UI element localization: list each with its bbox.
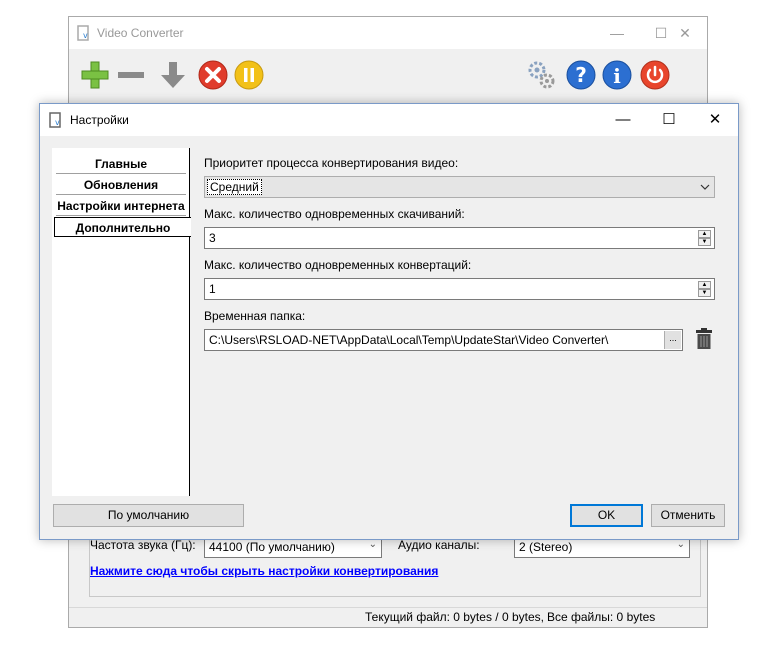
dialog-minimize-button[interactable]: — bbox=[600, 104, 646, 136]
dialog-maximize-button[interactable]: ☐ bbox=[646, 104, 692, 136]
max-downloads-input[interactable]: 3 ▲ ▼ bbox=[204, 227, 715, 249]
max-conversions-stepper: ▲ ▼ bbox=[698, 279, 713, 299]
x-circle-icon[interactable] bbox=[197, 59, 229, 91]
tab-internet[interactable]: Настройки интернета bbox=[56, 196, 186, 216]
gears-icon[interactable] bbox=[525, 59, 557, 91]
svg-text:v: v bbox=[83, 31, 88, 40]
spin-down-icon[interactable]: ▼ bbox=[698, 238, 711, 246]
svg-text:?: ? bbox=[575, 63, 587, 87]
audio-channels-value: 2 (Stereo) bbox=[519, 540, 573, 554]
hide-settings-link[interactable]: Нажмите сюда чтобы скрыть настройки конв… bbox=[90, 564, 438, 578]
app-logo-icon: v bbox=[77, 25, 89, 41]
priority-label: Приоритет процесса конвертирования видео… bbox=[204, 156, 459, 170]
spin-up-icon[interactable]: ▲ bbox=[698, 230, 711, 238]
audio-frequency-label: Частота звука (Гц): bbox=[90, 538, 196, 552]
chevron-down-icon bbox=[700, 184, 710, 190]
spin-up-icon[interactable]: ▲ bbox=[698, 281, 711, 289]
main-titlebar: v Video Converter — ☐ ✕ bbox=[69, 17, 707, 49]
main-close-button[interactable]: ✕ bbox=[663, 17, 707, 49]
chevron-down-icon: ⌄ bbox=[676, 539, 685, 550]
cancel-button[interactable]: Отменить bbox=[651, 504, 725, 527]
max-downloads-value: 3 bbox=[209, 231, 216, 245]
ok-button[interactable]: OK bbox=[570, 504, 643, 527]
all-files-status: Все файлы: 0 bytes bbox=[547, 610, 656, 624]
current-file-status: Текущий файл: 0 bytes / 0 bytes, bbox=[365, 610, 544, 624]
main-minimize-button[interactable]: — bbox=[595, 17, 639, 49]
question-icon[interactable]: ? bbox=[565, 59, 597, 91]
trash-icon[interactable] bbox=[695, 328, 713, 350]
temp-folder-label: Временная папка: bbox=[204, 309, 306, 323]
audio-channels-label: Аудио каналы: bbox=[398, 538, 480, 552]
max-downloads-stepper: ▲ ▼ bbox=[698, 228, 713, 248]
pause-circle-icon[interactable] bbox=[233, 59, 265, 91]
priority-select[interactable]: Средний bbox=[204, 176, 715, 198]
svg-text:i: i bbox=[613, 64, 621, 88]
defaults-button[interactable]: По умолчанию bbox=[53, 504, 244, 527]
status-bar: Текущий файл: 0 bytes / 0 bytes, Все фай… bbox=[69, 607, 707, 628]
browse-button[interactable]: ... bbox=[664, 331, 681, 349]
temp-folder-value: C:\Users\RSLOAD-NET\AppData\Local\Temp\U… bbox=[209, 333, 609, 347]
dialog-titlebar: v Настройки — ☐ ✕ bbox=[40, 104, 738, 136]
app-logo-icon: v bbox=[49, 112, 61, 128]
priority-value: Средний bbox=[207, 179, 262, 195]
main-window-title: Video Converter bbox=[97, 26, 184, 40]
audio-frequency-value: 44100 (По умолчанию) bbox=[209, 540, 335, 554]
max-conversions-value: 1 bbox=[209, 282, 216, 296]
spin-down-icon[interactable]: ▼ bbox=[698, 289, 711, 297]
settings-dialog: v Настройки — ☐ ✕ Главные Обновления Нас… bbox=[39, 103, 739, 540]
dialog-close-button[interactable]: ✕ bbox=[692, 104, 738, 136]
minus-icon[interactable] bbox=[115, 59, 147, 91]
settings-tabs: Главные Обновления Настройки интернета Д… bbox=[52, 148, 191, 496]
tab-advanced[interactable]: Дополнительно bbox=[54, 217, 191, 237]
dialog-title: Настройки bbox=[70, 113, 129, 127]
chevron-down-icon: ⌄ bbox=[368, 539, 377, 550]
temp-folder-input[interactable]: C:\Users\RSLOAD-NET\AppData\Local\Temp\U… bbox=[204, 329, 683, 351]
plus-icon[interactable] bbox=[79, 59, 111, 91]
tab-general[interactable]: Главные bbox=[56, 154, 186, 174]
svg-text:v: v bbox=[55, 118, 60, 127]
max-downloads-label: Макс. количество одновременных скачивани… bbox=[204, 207, 465, 221]
power-icon[interactable] bbox=[639, 59, 671, 91]
max-conversions-input[interactable]: 1 ▲ ▼ bbox=[204, 278, 715, 300]
info-icon[interactable]: i bbox=[601, 59, 633, 91]
down-arrow-icon[interactable] bbox=[157, 59, 189, 91]
max-conversions-label: Макс. количество одновременных конвертац… bbox=[204, 258, 472, 272]
tab-updates[interactable]: Обновления bbox=[56, 175, 186, 195]
